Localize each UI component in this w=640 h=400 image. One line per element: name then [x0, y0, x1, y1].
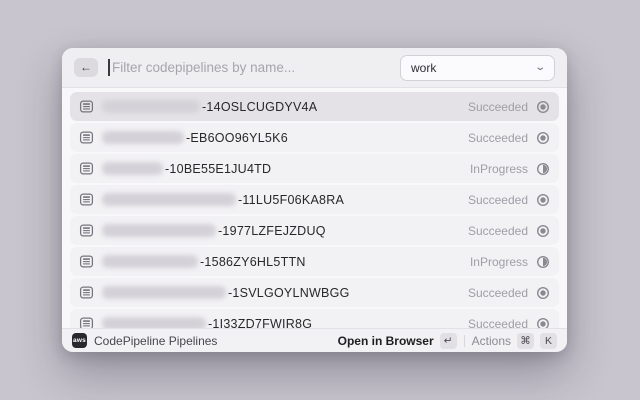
pipeline-icon — [79, 285, 94, 300]
back-arrow-icon: ← — [80, 60, 92, 74]
command-key-icon: ⌘ — [517, 333, 534, 349]
redacted-name-blur — [102, 224, 216, 237]
aws-logo-icon: aws — [72, 333, 87, 348]
pipeline-icon — [79, 254, 94, 269]
redacted-name-blur — [102, 286, 226, 299]
status-text: Succeeded — [468, 193, 528, 207]
pipeline-name: -EB6OO96YL5K6 — [102, 131, 288, 145]
status-text: Succeeded — [468, 317, 528, 329]
raycast-window: ← work ⌄ -14OSLCUGDYV4A — [62, 48, 567, 352]
search-input[interactable] — [108, 60, 390, 75]
pipeline-name-suffix: -1I33ZD7FWIR8G — [208, 317, 312, 329]
open-in-browser-button[interactable]: Open in Browser ↵ — [338, 333, 457, 349]
footer-actions: Open in Browser ↵ Actions ⌘ K — [338, 333, 557, 349]
pipeline-name-suffix: -10BE55E1JU4TD — [165, 162, 271, 176]
open-in-browser-label: Open in Browser — [338, 334, 434, 348]
status-text: Succeeded — [468, 286, 528, 300]
pipeline-row[interactable]: -14OSLCUGDYV4A Succeeded — [70, 92, 559, 121]
return-key-icon: ↵ — [440, 333, 457, 349]
pipeline-name-suffix: -1586ZY6HL5TTN — [200, 255, 306, 269]
pipeline-row[interactable]: -10BE55E1JU4TD InProgress — [70, 154, 559, 183]
actions-label: Actions — [472, 334, 511, 348]
status-text: Succeeded — [468, 100, 528, 114]
pipeline-row[interactable]: -1977LZFEJZDUQ Succeeded — [70, 216, 559, 245]
succeeded-status-icon — [536, 193, 550, 207]
chevron-down-icon: ⌄ — [534, 62, 546, 73]
redacted-name-blur — [102, 255, 198, 268]
pipeline-name: -11LU5F06KA8RA — [102, 193, 344, 207]
footer-bar: aws CodePipeline Pipelines Open in Brows… — [62, 328, 567, 352]
profile-dropdown-value: work — [411, 61, 436, 75]
extension-name: CodePipeline Pipelines — [94, 334, 217, 348]
pipeline-name-suffix: -1977LZFEJZDUQ — [218, 224, 326, 238]
pipeline-icon — [79, 192, 94, 207]
actions-button[interactable]: Actions ⌘ K — [472, 333, 557, 349]
pipeline-icon — [79, 161, 94, 176]
pipeline-icon — [79, 316, 94, 328]
status-text: InProgress — [470, 255, 528, 269]
pipeline-list: -14OSLCUGDYV4A Succeeded — [62, 88, 567, 328]
redacted-name-blur — [102, 162, 163, 175]
footer-separator — [464, 335, 465, 347]
pipeline-row[interactable]: -1SVLGOYLNWBGG Succeeded — [70, 278, 559, 307]
status-text: Succeeded — [468, 224, 528, 238]
redacted-name-blur — [102, 131, 184, 144]
succeeded-status-icon — [536, 100, 550, 114]
pipeline-row[interactable]: -1I33ZD7FWIR8G Succeeded — [70, 309, 559, 328]
inprogress-status-icon — [536, 162, 550, 176]
pipeline-icon — [79, 223, 94, 238]
pipeline-icon — [79, 99, 94, 114]
pipeline-name: -1I33ZD7FWIR8G — [102, 317, 312, 329]
pipeline-row[interactable]: -11LU5F06KA8RA Succeeded — [70, 185, 559, 214]
pipeline-row[interactable]: -1586ZY6HL5TTN InProgress — [70, 247, 559, 276]
redacted-name-blur — [102, 317, 206, 328]
pipeline-name: -1SVLGOYLNWBGG — [102, 286, 350, 300]
k-key-icon: K — [540, 333, 557, 349]
succeeded-status-icon — [536, 131, 550, 145]
pipeline-name-suffix: -EB6OO96YL5K6 — [186, 131, 288, 145]
succeeded-status-icon — [536, 286, 550, 300]
succeeded-status-icon — [536, 317, 550, 329]
profile-dropdown[interactable]: work ⌄ — [400, 55, 555, 81]
pipeline-icon — [79, 130, 94, 145]
status-text: InProgress — [470, 162, 528, 176]
redacted-name-blur — [102, 100, 200, 113]
pipeline-name: -14OSLCUGDYV4A — [102, 100, 317, 114]
redacted-name-blur — [102, 193, 236, 206]
back-button[interactable]: ← — [74, 58, 98, 77]
pipeline-name-suffix: -14OSLCUGDYV4A — [202, 100, 317, 114]
pipeline-name: -10BE55E1JU4TD — [102, 162, 271, 176]
pipeline-name-suffix: -1SVLGOYLNWBGG — [228, 286, 350, 300]
search-field-wrap — [108, 48, 390, 87]
status-text: Succeeded — [468, 131, 528, 145]
succeeded-status-icon — [536, 224, 550, 238]
search-bar: ← work ⌄ — [62, 48, 567, 88]
pipeline-row[interactable]: -EB6OO96YL5K6 Succeeded — [70, 123, 559, 152]
inprogress-status-icon — [536, 255, 550, 269]
pipeline-name-suffix: -11LU5F06KA8RA — [238, 193, 344, 207]
text-caret — [108, 59, 110, 76]
pipeline-name: -1977LZFEJZDUQ — [102, 224, 326, 238]
pipeline-name: -1586ZY6HL5TTN — [102, 255, 306, 269]
